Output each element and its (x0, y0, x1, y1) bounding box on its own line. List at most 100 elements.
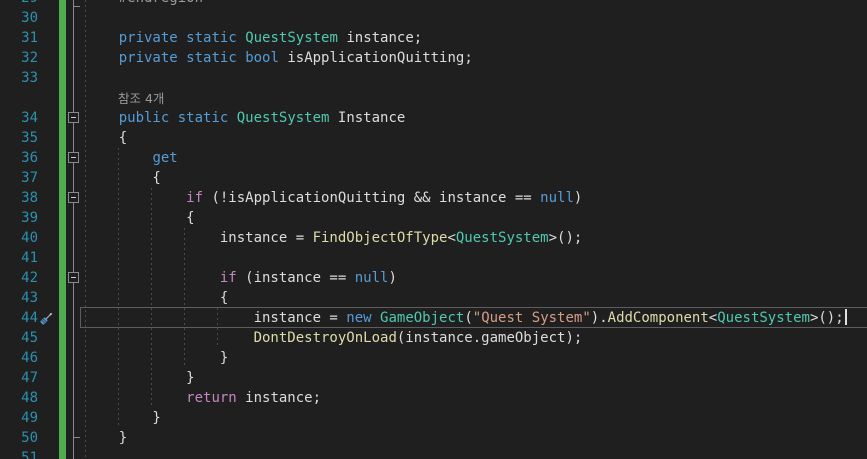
code-line-text[interactable]: private static QuestSystem instance; (85, 28, 422, 48)
codelens-references-link[interactable]: 참조 4개 (118, 90, 164, 108)
code-line-text[interactable]: if (!isApplicationQuitting && instance =… (85, 188, 582, 208)
code-line: 35 { (0, 128, 867, 148)
code-line-text[interactable]: public static QuestSystem Instance (85, 108, 406, 128)
code-token: static (177, 110, 229, 126)
line-number: 29 (0, 0, 38, 8)
code-token: bool (245, 50, 279, 66)
line-number: 51 (21, 450, 38, 459)
code-token: ). (590, 310, 608, 326)
code-line: 41 (0, 248, 867, 268)
code-token: instance; (236, 390, 322, 406)
code-token: { (85, 170, 161, 186)
line-number: 35 (21, 130, 38, 146)
code-token: GameObject (380, 310, 465, 326)
code-token: (instance.gameObject); (396, 330, 583, 346)
fold-collapse-toggle[interactable] (68, 152, 79, 163)
code-token: } (85, 410, 161, 426)
code-token: get (152, 150, 178, 166)
code-token: AddComponent (607, 310, 709, 326)
code-editor[interactable]: 29 #endregion 30 31 private static QuestSy… (0, 0, 867, 459)
code-token: if (219, 270, 237, 286)
code-line-text[interactable]: #endregion (85, 0, 203, 8)
line-number: 46 (21, 350, 38, 366)
code-token: instance; (337, 30, 423, 46)
line-number: 36 (21, 150, 38, 166)
code-line-text[interactable]: DontDestroyOnLoad(instance.gameObject); (85, 328, 583, 348)
line-number: 38 (21, 190, 38, 206)
code-token: ) (388, 270, 397, 286)
line-number: 37 (21, 170, 38, 186)
code-line-text[interactable]: { (85, 208, 194, 228)
code-line-text[interactable]: if (instance == null) (85, 268, 397, 288)
line-number: 48 (21, 390, 38, 406)
code-token: private (118, 30, 178, 46)
fold-collapse-toggle[interactable] (68, 112, 79, 123)
line-number: 45 (21, 330, 38, 346)
code-token: if (186, 190, 204, 206)
code-line: 50 } (0, 428, 867, 448)
code-line-text[interactable]: return instance; (85, 388, 321, 408)
code-token: { (85, 290, 229, 306)
code-line: 42 if (instance == null) (0, 268, 867, 288)
code-token: } (85, 370, 195, 386)
code-token: { (85, 130, 128, 146)
code-line-text[interactable]: { (85, 128, 127, 148)
code-token: null (354, 270, 389, 286)
line-number: 34 (21, 110, 38, 126)
code-line-text[interactable]: instance = new GameObject("Quest System"… (85, 308, 847, 328)
code-token: < (447, 230, 456, 246)
line-number: 44 (21, 310, 38, 326)
code-token: #endregion (119, 0, 203, 6)
code-token: isApplicationQuitting; (278, 50, 473, 66)
fold-collapse-toggle[interactable] (68, 272, 79, 283)
code-line-text[interactable]: instance = FindObjectOfType<QuestSystem>… (85, 228, 582, 248)
code-line-text[interactable]: { (85, 168, 161, 188)
code-line: 46 } (0, 348, 867, 368)
code-line: 29 #endregion (0, 0, 867, 8)
code-token: Instance (329, 110, 406, 126)
code-line-text[interactable]: } (85, 408, 161, 428)
code-line: 36 get (0, 148, 867, 168)
line-number: 32 (21, 50, 38, 66)
code-line: 51 (0, 448, 867, 459)
code-line: 38 if (!isApplicationQuitting && instanc… (0, 188, 867, 208)
code-line-text[interactable]: get (85, 148, 178, 168)
code-line-text[interactable]: } (85, 368, 195, 388)
code-token: public (118, 110, 170, 126)
code-token: instance = (85, 230, 313, 246)
quick-actions-screwdriver-icon[interactable] (38, 310, 55, 327)
code-token: (instance == (236, 270, 355, 286)
code-token: ) (573, 190, 583, 206)
line-number: 42 (21, 270, 38, 286)
fold-collapse-toggle[interactable] (68, 192, 79, 203)
code-line: 31 private static QuestSystem instance; (0, 28, 867, 48)
code-lines: 29 #endregion 30 31 private static QuestSy… (0, 0, 867, 459)
code-line: 34 public static QuestSystem Instance (0, 108, 867, 128)
code-token: static (186, 30, 237, 46)
code-token: } (85, 430, 128, 446)
codelens-row: 참조 4개 (0, 88, 867, 108)
code-line-text[interactable]: { (85, 288, 228, 308)
code-line-text[interactable]: } (85, 428, 127, 448)
line-number: 30 (21, 10, 38, 26)
code-token: QuestSystem (245, 30, 338, 46)
caret (844, 309, 847, 325)
minus-icon (71, 197, 76, 198)
code-line: 44 instance = new GameObject("Quest Syst… (0, 308, 867, 328)
code-line-text[interactable]: } (85, 348, 228, 368)
code-line-text[interactable]: private static bool isApplicationQuittin… (85, 48, 473, 68)
line-number: 49 (21, 410, 38, 426)
code-line: 40 instance = FindObjectOfType<QuestSyst… (0, 228, 867, 248)
code-token: < (708, 310, 718, 326)
